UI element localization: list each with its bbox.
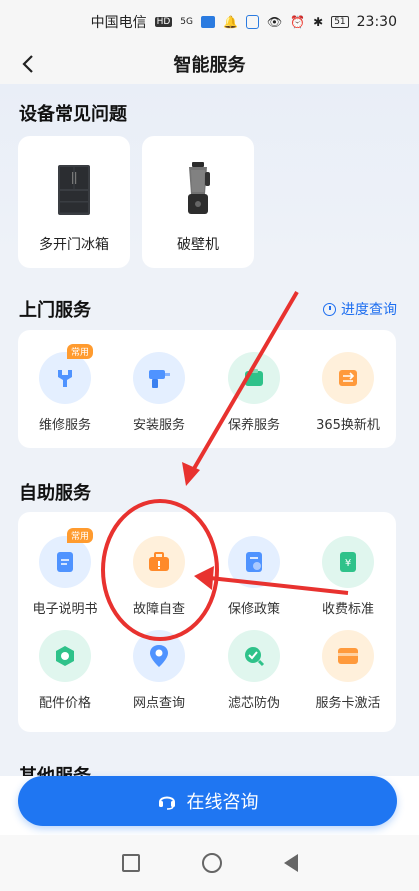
- alarm-icon: ⏰: [290, 15, 306, 29]
- headset-icon: [158, 796, 175, 810]
- common-badge: 常用: [67, 528, 94, 543]
- service-item-repair[interactable]: 常用 维修服务: [18, 344, 112, 433]
- card-icon: [322, 630, 374, 682]
- back-button[interactable]: [14, 50, 42, 78]
- app-notification-icon: [200, 16, 215, 28]
- page-title: 智能服务: [173, 55, 246, 76]
- self-item-outlets[interactable]: 网点查询: [112, 630, 206, 711]
- self-item-label: 收费标准: [321, 602, 374, 617]
- bell-icon: 🔔: [222, 15, 238, 29]
- progress-query-link[interactable]: 进度查询: [323, 299, 397, 319]
- clock-icon: [323, 302, 336, 316]
- svg-text:¥: ¥: [345, 558, 351, 569]
- faq-card-blender[interactable]: 破壁机: [142, 136, 254, 268]
- carrier-label: 中国电信: [90, 15, 147, 31]
- self-item-label: 故障自查: [132, 602, 185, 617]
- toolbox-icon: [133, 536, 185, 588]
- self-item-label: 配件价格: [38, 696, 91, 711]
- self-item-fee[interactable]: ¥ 收费标准: [301, 536, 395, 617]
- bottom-area: 在线咨询: [0, 776, 419, 891]
- status-bar: 中国电信 HD 5G 🔔 👁 ⏰ ✱ 51 23:30: [0, 0, 419, 44]
- faq-card-label: 破壁机: [177, 237, 219, 253]
- self-item-warranty[interactable]: 保修政策: [207, 536, 301, 617]
- self-item-label: 网点查询: [132, 696, 185, 711]
- service-item-label: 365换新机: [316, 418, 380, 433]
- self-item-label: 电子说明书: [32, 602, 98, 617]
- eye-icon: 👁: [266, 15, 283, 29]
- hd-badge: HD: [154, 17, 173, 27]
- clock-time: 23:30: [356, 14, 397, 30]
- self-item-manual[interactable]: 常用 电子说明书: [18, 528, 112, 617]
- home-icon[interactable]: [201, 853, 222, 873]
- service-item-maintenance[interactable]: 保养服务: [207, 352, 301, 433]
- battery-icon: 51: [331, 16, 349, 28]
- system-navbar: [0, 835, 419, 891]
- fee-icon: ¥: [322, 536, 374, 588]
- online-consult-button[interactable]: 在线咨询: [18, 776, 397, 826]
- self-service-section-title: 自助服务: [19, 483, 91, 504]
- service-item-label: 安装服务: [132, 418, 185, 433]
- back-triangle-icon[interactable]: [283, 854, 298, 872]
- recent-apps-icon[interactable]: [121, 854, 140, 872]
- main-content[interactable]: 设备常见问题 多开门冰箱 破壁机 上门服务 进度查询 常用 维修服务 安装服务 …: [0, 84, 419, 776]
- self-item-fault-check[interactable]: 故障自查: [112, 536, 206, 617]
- policy-icon: [228, 536, 280, 588]
- parts-icon: [39, 630, 91, 682]
- self-item-label: 滤芯防伪: [227, 696, 280, 711]
- home-service-panel: 常用 维修服务 安装服务 保养服务 365换新机: [18, 330, 396, 448]
- progress-query-label: 进度查询: [341, 302, 397, 318]
- signal-icon: 5G: [180, 17, 193, 27]
- self-item-parts[interactable]: 配件价格: [18, 630, 112, 711]
- location-icon: [133, 630, 185, 682]
- wrench-icon: 常用: [39, 344, 94, 404]
- faq-card-label: 多开门冰箱: [39, 237, 109, 253]
- other-service-section-title: 其他服务: [19, 762, 91, 776]
- self-item-label: 保修政策: [227, 602, 280, 617]
- self-item-card-activate[interactable]: 服务卡激活: [301, 630, 395, 711]
- shield-icon: [245, 15, 259, 29]
- service-item-install[interactable]: 安装服务: [112, 352, 206, 433]
- home-service-section-title: 上门服务: [19, 300, 91, 321]
- fridge-icon: [57, 164, 91, 216]
- self-item-label: 服务卡激活: [315, 696, 381, 711]
- maintenance-icon: [228, 352, 280, 404]
- exchange-icon: [322, 352, 374, 404]
- chevron-left-icon: [22, 55, 33, 73]
- faq-card-fridge[interactable]: 多开门冰箱: [18, 136, 130, 268]
- manual-icon: 常用: [39, 528, 94, 588]
- online-consult-label: 在线咨询: [186, 792, 259, 813]
- common-badge: 常用: [67, 344, 94, 359]
- self-service-panel: 常用 电子说明书 故障自查 保修政策 ¥ 收费标准 配件价格 网点查询 滤芯防伪…: [18, 512, 396, 732]
- faq-section-title: 设备常见问题: [19, 104, 127, 125]
- service-item-exchange[interactable]: 365换新机: [301, 352, 395, 433]
- drill-icon: [133, 352, 185, 404]
- service-item-label: 维修服务: [38, 418, 91, 433]
- blender-icon: [183, 162, 213, 216]
- service-item-label: 保养服务: [227, 418, 280, 433]
- title-bar: 智能服务: [0, 44, 419, 85]
- bluetooth-icon: ✱: [313, 15, 324, 29]
- verify-icon: [228, 630, 280, 682]
- self-item-filter-verify[interactable]: 滤芯防伪: [207, 630, 301, 711]
